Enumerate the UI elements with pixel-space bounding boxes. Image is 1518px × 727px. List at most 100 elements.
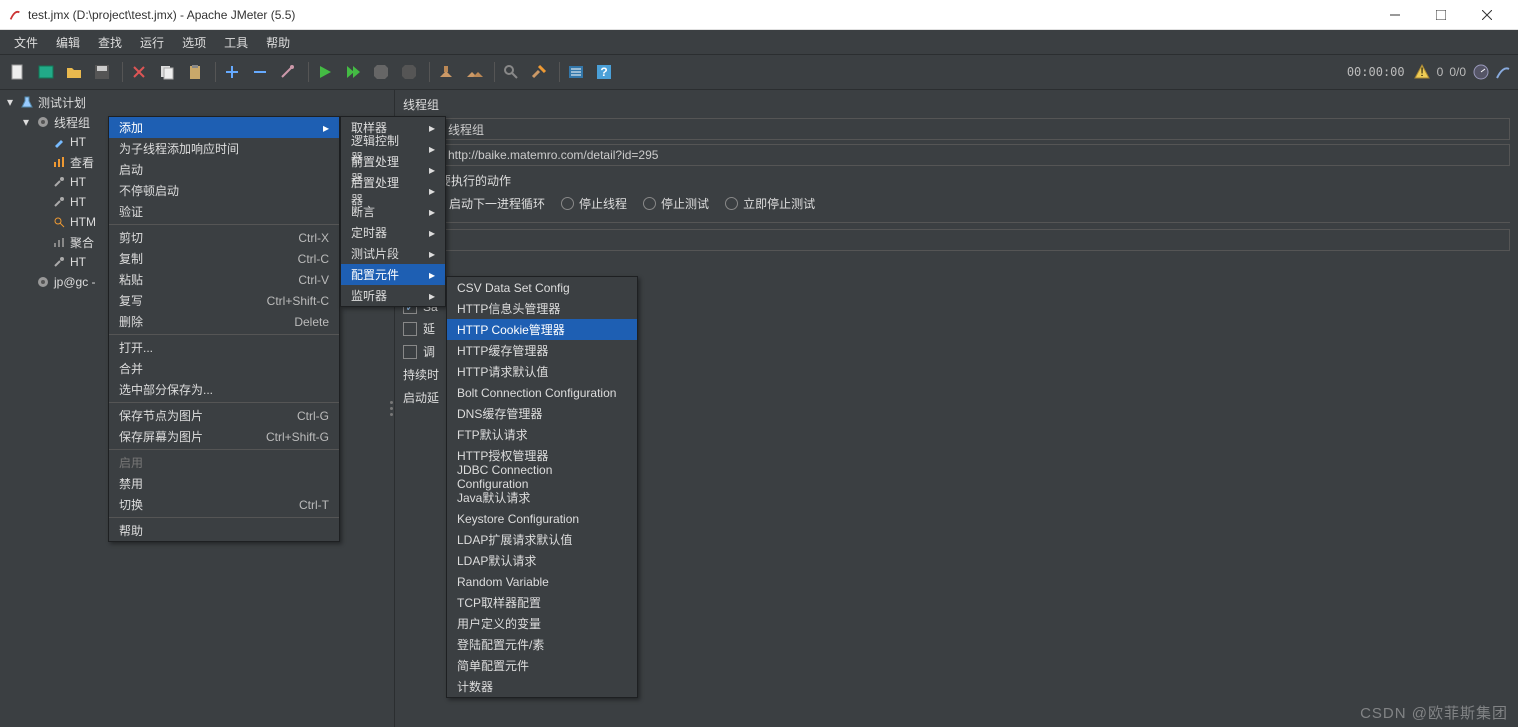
- tree-root-label: 测试计划: [38, 94, 86, 111]
- feather-icon[interactable]: [1494, 63, 1512, 81]
- save-button[interactable]: [90, 60, 114, 84]
- submenu-item[interactable]: 登陆配置元件/素: [447, 634, 637, 655]
- chart-icon: [51, 154, 67, 170]
- new-button[interactable]: [6, 60, 30, 84]
- search-button[interactable]: [499, 60, 523, 84]
- wrench-icon: [51, 174, 67, 190]
- submenu-item[interactable]: DNS缓存管理器: [447, 403, 637, 424]
- ctx-start[interactable]: 启动: [109, 159, 339, 180]
- window-title: test.jmx (D:\project\test.jmx) - Apache …: [28, 8, 1372, 22]
- submenu-item[interactable]: FTP默认请求: [447, 424, 637, 445]
- menu-edit[interactable]: 编辑: [48, 32, 88, 53]
- wrench-icon: [51, 194, 67, 210]
- submenu-item[interactable]: Bolt Connection Configuration: [447, 382, 637, 403]
- radio-stop-test[interactable]: 停止测试: [643, 195, 709, 212]
- ctx-start-nopause[interactable]: 不停顿启动: [109, 180, 339, 201]
- error-action-label: 错误后要执行的动作: [403, 172, 1510, 189]
- menu-search[interactable]: 查找: [90, 32, 130, 53]
- submenu-item[interactable]: TCP取样器配置: [447, 592, 637, 613]
- submenu-item[interactable]: HTTP Cookie管理器: [447, 319, 637, 340]
- scheduler-checkbox[interactable]: [403, 345, 417, 359]
- ctx-delete[interactable]: 删除Delete: [109, 311, 339, 332]
- submenu-item[interactable]: 后置处理器: [341, 180, 445, 201]
- ctx-save-screen-image[interactable]: 保存屏幕为图片Ctrl+Shift-G: [109, 426, 339, 447]
- flask-icon: [19, 94, 35, 110]
- ctx-open[interactable]: 打开...: [109, 337, 339, 358]
- gear-icon: [35, 114, 51, 130]
- templates-button[interactable]: [34, 60, 58, 84]
- submenu-item[interactable]: 监听器: [341, 285, 445, 306]
- run-button[interactable]: [313, 60, 337, 84]
- panel-header: 线程组: [403, 94, 1510, 114]
- submenu-item[interactable]: 配置元件: [341, 264, 445, 285]
- ctx-help[interactable]: 帮助: [109, 520, 339, 541]
- submenu-item[interactable]: CSV Data Set Config: [447, 277, 637, 298]
- close-button[interactable]: [1464, 1, 1510, 29]
- warning-icon[interactable]: !: [1413, 63, 1431, 81]
- shutdown-button[interactable]: [397, 60, 421, 84]
- ctx-copy[interactable]: 复制Ctrl-C: [109, 248, 339, 269]
- maximize-button[interactable]: [1418, 1, 1464, 29]
- ctx-validate[interactable]: 验证: [109, 201, 339, 222]
- submenu-item[interactable]: 计数器: [447, 676, 637, 697]
- minimize-button[interactable]: [1372, 1, 1418, 29]
- cut-button[interactable]: [127, 60, 151, 84]
- menu-options[interactable]: 选项: [174, 32, 214, 53]
- ctx-save-node-image[interactable]: 保存节点为图片Ctrl-G: [109, 405, 339, 426]
- submenu-item[interactable]: 简单配置元件: [447, 655, 637, 676]
- submenu-item[interactable]: HTTP信息头管理器: [447, 298, 637, 319]
- ctx-add-response-time[interactable]: 为子线程添加响应时间: [109, 138, 339, 159]
- submenu-item[interactable]: 用户定义的变量: [447, 613, 637, 634]
- radio-stop-now[interactable]: 立即停止测试: [725, 195, 815, 212]
- submenu-item[interactable]: Keystore Configuration: [447, 508, 637, 529]
- name-field[interactable]: 线程组: [441, 118, 1510, 140]
- function-helper-button[interactable]: [564, 60, 588, 84]
- gauge-icon[interactable]: [1472, 63, 1490, 81]
- open-button[interactable]: [62, 60, 86, 84]
- submenu-item[interactable]: Random Variable: [447, 571, 637, 592]
- threads-input[interactable]: [403, 229, 1510, 251]
- menu-help[interactable]: 帮助: [258, 32, 298, 53]
- expand-button[interactable]: [220, 60, 244, 84]
- radio-stop-thread[interactable]: 停止线程: [561, 195, 627, 212]
- comment-field[interactable]: http://baike.matemro.com/detail?id=295: [441, 144, 1510, 166]
- clear-button[interactable]: [434, 60, 458, 84]
- delay-checkbox[interactable]: [403, 322, 417, 336]
- app-icon: [8, 8, 22, 22]
- toggle-button[interactable]: [276, 60, 300, 84]
- submenu-item[interactable]: 定时器: [341, 222, 445, 243]
- menu-file[interactable]: 文件: [6, 32, 46, 53]
- ctx-save-selection[interactable]: 选中部分保存为...: [109, 379, 339, 400]
- menubar: 文件 编辑 查找 运行 选项 工具 帮助: [0, 30, 1518, 54]
- stop-button[interactable]: [369, 60, 393, 84]
- ctx-toggle[interactable]: 切换Ctrl-T: [109, 494, 339, 515]
- radio-next-loop[interactable]: 启动下一进程循环: [431, 195, 545, 212]
- ctx-cut[interactable]: 剪切Ctrl-X: [109, 227, 339, 248]
- submenu-item[interactable]: HTTP请求默认值: [447, 361, 637, 382]
- menu-tools[interactable]: 工具: [216, 32, 256, 53]
- ctx-merge[interactable]: 合并: [109, 358, 339, 379]
- add-submenu: 取样器逻辑控制器前置处理器后置处理器断言定时器测试片段配置元件监听器: [340, 116, 446, 307]
- error-action-radios: 续 启动下一进程循环 停止线程 停止测试 立即停止测试: [403, 195, 1510, 212]
- help-button[interactable]: ?: [592, 60, 616, 84]
- submenu-item[interactable]: HTTP缓存管理器: [447, 340, 637, 361]
- submenu-item[interactable]: LDAP默认请求: [447, 550, 637, 571]
- paste-button[interactable]: [183, 60, 207, 84]
- ctx-disable[interactable]: 禁用: [109, 473, 339, 494]
- submenu-item[interactable]: LDAP扩展请求默认值: [447, 529, 637, 550]
- ctx-add[interactable]: 添加: [109, 117, 339, 138]
- ctx-paste[interactable]: 粘贴Ctrl-V: [109, 269, 339, 290]
- error-count: 0: [1437, 65, 1444, 79]
- collapse-button[interactable]: [248, 60, 272, 84]
- submenu-item[interactable]: JDBC Connection Configuration: [447, 466, 637, 487]
- reset-search-button[interactable]: [527, 60, 551, 84]
- menu-run[interactable]: 运行: [132, 32, 172, 53]
- copy-button[interactable]: [155, 60, 179, 84]
- clear-all-button[interactable]: [462, 60, 486, 84]
- submenu-item[interactable]: 测试片段: [341, 243, 445, 264]
- toolbar: ? 00:00:00 ! 0 0/0: [0, 54, 1518, 90]
- run-nopause-button[interactable]: [341, 60, 365, 84]
- ctx-duplicate[interactable]: 复写Ctrl+Shift-C: [109, 290, 339, 311]
- tree-root[interactable]: ▾ 测试计划: [0, 92, 388, 112]
- ctx-enable[interactable]: 启用: [109, 452, 339, 473]
